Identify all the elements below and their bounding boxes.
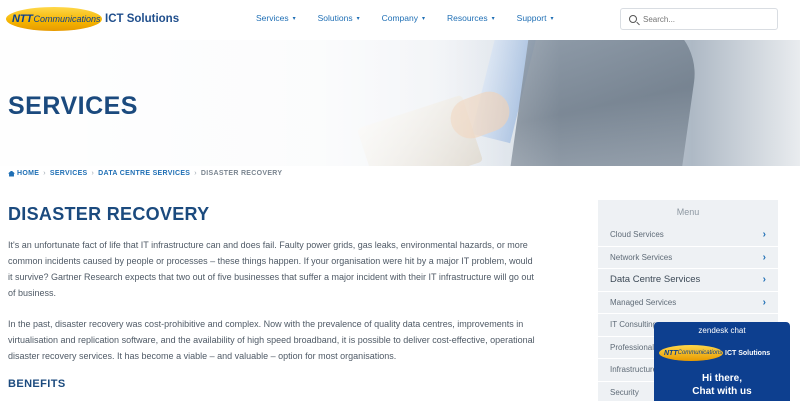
- chat-widget-title: zendesk chat: [698, 326, 746, 335]
- sidebar-item-cloud-services[interactable]: Cloud Services ›: [598, 224, 778, 247]
- hero-title: SERVICES: [8, 92, 138, 120]
- nav-label: Services: [256, 13, 289, 23]
- search-box[interactable]: [620, 8, 778, 30]
- chevron-down-icon: ▾: [550, 15, 554, 22]
- chevron-right-icon: ›: [762, 251, 766, 263]
- search-icon: [629, 15, 637, 23]
- chat-logo: NTT Communications ICT Solutions: [659, 342, 787, 364]
- sidebar-item-label: Network Services: [610, 252, 673, 262]
- chat-greeting-line2: Chat with us: [692, 386, 752, 397]
- sidebar-item-label: Professional: [610, 342, 655, 352]
- main-nav: Services ▾ Solutions ▾ Company ▾ Resources ▾…: [256, 13, 575, 23]
- breadcrumb-separator: ›: [91, 170, 95, 177]
- chevron-down-icon: ▾: [292, 15, 296, 22]
- nav-label: Support: [516, 13, 547, 23]
- breadcrumb-current: DISASTER RECOVERY: [200, 170, 283, 177]
- breadcrumb-separator: ›: [194, 170, 197, 177]
- sidebar-item-label: Infrastructure: [610, 365, 658, 375]
- nav-services[interactable]: Services ▾: [256, 13, 296, 23]
- intro-paragraph: It's an unfortunate fact of life that IT…: [8, 240, 534, 298]
- breadcrumb: HOME › SERVICES › DATA CENTRE SERVICES ›…: [8, 170, 282, 177]
- chat-logo-text: ICT Solutions: [725, 349, 771, 357]
- nav-label: Solutions: [317, 13, 353, 23]
- chat-widget[interactable]: zendesk chat NTT Communications ICT Solu…: [654, 322, 790, 401]
- home-icon: [8, 170, 15, 177]
- chevron-down-icon: ▾: [356, 15, 360, 22]
- sidebar-item-label: Security: [610, 387, 639, 397]
- history-paragraph: In the past, disaster recovery was cost-…: [8, 319, 535, 361]
- nav-solutions[interactable]: Solutions ▾: [318, 13, 360, 23]
- page-title: DISASTER RECOVERY: [8, 204, 210, 224]
- logo-communications: Communications: [33, 14, 101, 24]
- chat-logo-badge: NTT Communications: [659, 345, 723, 361]
- chat-greeting-line1: Hi there,: [701, 373, 742, 384]
- sidebar-item-data-centre-services[interactable]: Data Centre Services ›: [598, 269, 778, 292]
- chevron-right-icon: ›: [762, 274, 766, 286]
- sidebar-item-label: IT Consulting: [610, 320, 657, 330]
- logo-text: ICT Solutions: [105, 13, 180, 25]
- breadcrumb-home[interactable]: HOME: [17, 170, 39, 177]
- sidebar-item-label: Data Centre Services: [610, 274, 701, 286]
- sidebar-item-label: Cloud Services: [610, 230, 664, 240]
- nav-company[interactable]: Company ▾: [382, 13, 425, 23]
- benefits-heading: BENEFITS: [8, 378, 66, 390]
- hero-banner: SERVICES: [0, 40, 800, 166]
- chat-greeting[interactable]: Hi there, Chat with us: [654, 372, 790, 398]
- nav-resources[interactable]: Resources ▾: [447, 13, 495, 23]
- menu-title: Menu: [676, 207, 700, 217]
- breadcrumb-separator: ›: [43, 170, 46, 177]
- chevron-down-icon: ▾: [421, 15, 425, 22]
- nav-label: Resources: [447, 13, 488, 23]
- search-input[interactable]: [643, 14, 763, 24]
- chevron-down-icon: ▾: [491, 15, 495, 22]
- sidebar-item-label: Managed Services: [610, 297, 677, 307]
- site-header: NTT Communications ICT Solutions Service…: [0, 0, 800, 40]
- breadcrumb-data-centre[interactable]: DATA CENTRE SERVICES: [98, 170, 190, 177]
- sidebar-item-managed-services[interactable]: Managed Services ›: [598, 292, 778, 314]
- chat-logo-ntt: NTT: [664, 349, 678, 357]
- breadcrumb-services[interactable]: SERVICES: [50, 170, 88, 177]
- ntt-logo[interactable]: NTT Communications ICT Solutions: [6, 6, 179, 32]
- nav-label: Company: [381, 13, 418, 23]
- sidebar-item-network-services[interactable]: Network Services ›: [598, 247, 778, 269]
- logo-ntt: NTT: [12, 13, 33, 25]
- chevron-right-icon: ›: [762, 296, 766, 308]
- nav-support[interactable]: Support ▾: [517, 13, 554, 23]
- chevron-right-icon: ›: [762, 229, 766, 241]
- logo-badge: NTT Communications: [6, 7, 102, 31]
- chat-logo-communications: Communications: [677, 350, 723, 356]
